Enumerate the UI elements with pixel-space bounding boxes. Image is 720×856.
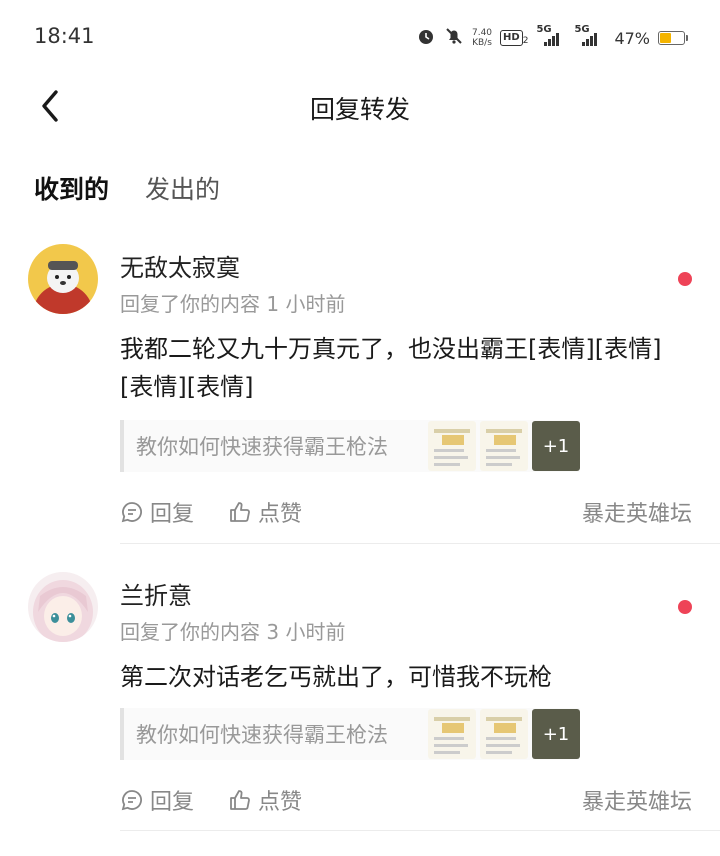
- thumbs-up-icon: [230, 502, 250, 522]
- signal-icon-2: 5G: [574, 24, 606, 46]
- signal-label-1: 5G: [536, 24, 552, 35]
- nav-bar: 回复转发: [0, 76, 720, 136]
- quoted-post-images: +1: [428, 709, 580, 759]
- reply-button[interactable]: 回复: [120, 496, 194, 528]
- tab-received[interactable]: 收到的: [34, 170, 110, 208]
- signal-icon-1: 5G: [536, 24, 566, 46]
- divider: [120, 543, 720, 544]
- network-speed: 7.40 KB/s: [472, 28, 492, 48]
- more-images-thumbnail: +1: [532, 421, 580, 471]
- mute-bell-icon: [444, 26, 464, 50]
- reply-actions: 回复 点赞 暴走英雄坛: [120, 784, 692, 816]
- unread-dot: [678, 600, 692, 614]
- quoted-post[interactable]: 教你如何快速获得霸王枪法 +1: [120, 708, 580, 760]
- page-title: 回复转发: [309, 95, 410, 124]
- user-name[interactable]: 无敌太寂寞: [120, 248, 240, 283]
- reply-content[interactable]: 第二次对话老乞丐就出了，可惜我不玩枪: [120, 658, 680, 696]
- reply-content[interactable]: 我都二轮又九十万真元了，也没出霸王[表情][表情][表情][表情]: [120, 330, 680, 406]
- quoted-post-title: 教你如何快速获得霸王枪法: [136, 723, 388, 747]
- avatar[interactable]: [28, 244, 98, 314]
- divider: [120, 830, 720, 831]
- tab-sent-label: 发出的: [145, 175, 221, 204]
- reply-label: 回复: [150, 790, 195, 815]
- status-time: 18:41: [34, 24, 95, 48]
- status-icons: 7.40 KB/s HD 2 5G 5G 47%: [416, 24, 688, 50]
- hd-sub: 2: [522, 36, 529, 46]
- quoted-post-title: 教你如何快速获得霸王枪法: [136, 435, 388, 459]
- reply-label: 回复: [150, 502, 195, 527]
- quoted-post[interactable]: 教你如何快速获得霸王枪法 +1: [120, 420, 580, 472]
- reply-actions: 回复 点赞 暴走英雄坛: [120, 496, 692, 528]
- more-images-count: +1: [542, 723, 570, 745]
- thumbnail-image: [480, 421, 528, 471]
- alarm-icon: [416, 26, 436, 50]
- tab-bar: 收到的 发出的: [34, 170, 220, 208]
- thumbnail-image: [480, 709, 528, 759]
- speed-unit: KB/s: [472, 38, 492, 48]
- status-bar: 18:41 7.40 KB/s HD 2 5G 5G 47%: [0, 0, 720, 76]
- tab-sent[interactable]: 发出的: [145, 170, 220, 206]
- like-button[interactable]: 点赞: [228, 784, 302, 816]
- avatar[interactable]: [28, 572, 98, 642]
- battery-text: 47%: [614, 28, 650, 48]
- thumbnail-image: [428, 421, 476, 471]
- forum-link[interactable]: 暴走英雄坛: [582, 784, 692, 816]
- list-item[interactable]: 无敌太寂寞 回复了你的内容 1 小时前 我都二轮又九十万真元了，也没出霸王[表情…: [0, 240, 720, 568]
- tab-received-label: 收到的: [34, 175, 110, 204]
- battery-icon: [658, 31, 688, 45]
- hd-label: HD: [500, 30, 523, 46]
- unread-dot: [678, 272, 692, 286]
- quoted-post-images: +1: [428, 421, 580, 471]
- comment-icon: [121, 790, 142, 811]
- speed-value: 7.40: [471, 28, 493, 38]
- reply-button[interactable]: 回复: [120, 784, 194, 816]
- thumbs-up-icon: [230, 790, 250, 810]
- reply-meta: 回复了你的内容 1 小时前: [120, 292, 346, 316]
- user-name[interactable]: 兰折意: [120, 576, 192, 611]
- more-images-thumbnail: +1: [532, 709, 580, 759]
- reply-meta: 回复了你的内容 3 小时前: [120, 620, 346, 644]
- like-label: 点赞: [258, 502, 303, 527]
- like-button[interactable]: 点赞: [228, 496, 302, 528]
- like-label: 点赞: [258, 790, 303, 815]
- hd-indicator: HD 2: [500, 30, 528, 46]
- signal-label-2: 5G: [574, 24, 590, 35]
- list-item[interactable]: 兰折意 回复了你的内容 3 小时前 第二次对话老乞丐就出了，可惜我不玩枪 教你如…: [0, 568, 720, 856]
- thumbnail-image: [428, 709, 476, 759]
- forum-link[interactable]: 暴走英雄坛: [582, 496, 692, 528]
- reply-list: 无敌太寂寞 回复了你的内容 1 小时前 我都二轮又九十万真元了，也没出霸王[表情…: [0, 240, 720, 856]
- comment-icon: [121, 502, 142, 523]
- more-images-count: +1: [542, 435, 570, 457]
